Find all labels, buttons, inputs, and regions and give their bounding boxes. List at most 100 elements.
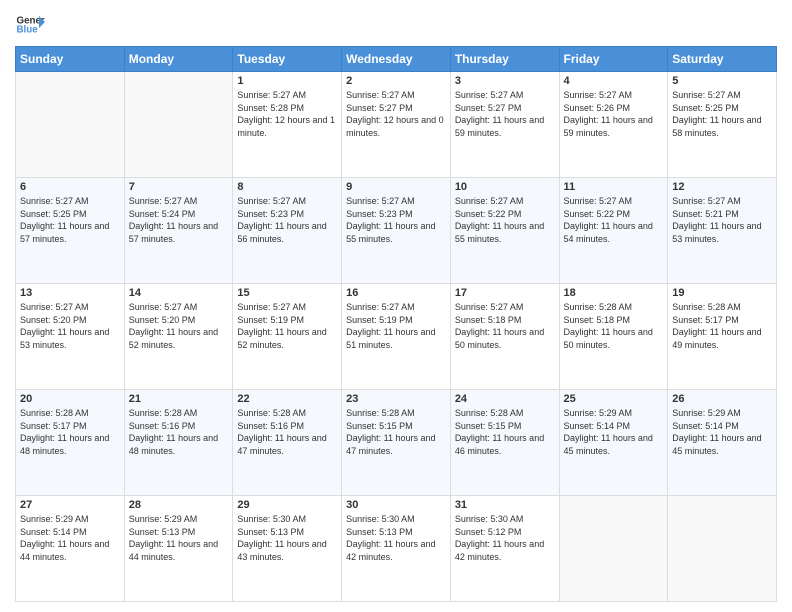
page: General Blue SundayMondayTuesdayWednesda…	[0, 0, 792, 612]
logo: General Blue	[15, 10, 45, 40]
calendar-cell	[559, 496, 668, 602]
day-number: 20	[20, 393, 120, 405]
day-info: Sunrise: 5:28 AMSunset: 5:18 PMDaylight:…	[564, 301, 664, 351]
day-info: Sunrise: 5:27 AMSunset: 5:27 PMDaylight:…	[346, 89, 446, 139]
day-number: 19	[672, 287, 772, 299]
calendar-cell: 20 Sunrise: 5:28 AMSunset: 5:17 PMDayligh…	[16, 390, 125, 496]
calendar-cell: 4 Sunrise: 5:27 AMSunset: 5:26 PMDaylight…	[559, 72, 668, 178]
calendar-cell: 21 Sunrise: 5:28 AMSunset: 5:16 PMDayligh…	[124, 390, 233, 496]
day-number: 16	[346, 287, 446, 299]
day-number: 2	[346, 75, 446, 87]
calendar-cell: 22Sunrise: 5:28 AMSunset: 5:16 PMDayligh…	[233, 390, 342, 496]
calendar-cell: 28 Sunrise: 5:29 AMSunset: 5:13 PMDayligh…	[124, 496, 233, 602]
week-row-3: 13 Sunrise: 5:27 AMSunset: 5:20 PMDayligh…	[16, 284, 777, 390]
day-number: 13	[20, 287, 120, 299]
day-number: 14	[129, 287, 229, 299]
day-info: Sunrise: 5:27 AMSunset: 5:19 PMDaylight:…	[237, 301, 337, 351]
day-info: Sunrise: 5:27 AMSunset: 5:22 PMDaylight:…	[564, 195, 664, 245]
day-number: 30	[346, 499, 446, 511]
calendar-cell: 7 Sunrise: 5:27 AMSunset: 5:24 PMDaylight…	[124, 178, 233, 284]
calendar-cell: 29 Sunrise: 5:30 AMSunset: 5:13 PMDayligh…	[233, 496, 342, 602]
day-info: Sunrise: 5:30 AMSunset: 5:13 PMDaylight:…	[237, 513, 337, 563]
day-number: 4	[564, 75, 664, 87]
calendar-cell	[668, 496, 777, 602]
calendar-cell: 1 Sunrise: 5:27 AMSunset: 5:28 PMDaylight…	[233, 72, 342, 178]
calendar-cell: 11 Sunrise: 5:27 AMSunset: 5:22 PMDayligh…	[559, 178, 668, 284]
day-number: 3	[455, 75, 555, 87]
day-info: Sunrise: 5:27 AMSunset: 5:24 PMDaylight:…	[129, 195, 229, 245]
calendar-cell: 12 Sunrise: 5:27 AMSunset: 5:21 PMDayligh…	[668, 178, 777, 284]
day-info: Sunrise: 5:27 AMSunset: 5:25 PMDaylight:…	[20, 195, 120, 245]
day-number: 15	[237, 287, 337, 299]
day-number: 28	[129, 499, 229, 511]
calendar-cell: 31 Sunrise: 5:30 AMSunset: 5:12 PMDayligh…	[450, 496, 559, 602]
calendar-cell: 5Sunrise: 5:27 AMSunset: 5:25 PMDaylight…	[668, 72, 777, 178]
day-info: Sunrise: 5:29 AMSunset: 5:14 PMDaylight:…	[20, 513, 120, 563]
header: General Blue	[15, 10, 777, 40]
day-number: 22	[237, 393, 337, 405]
day-info: Sunrise: 5:27 AMSunset: 5:23 PMDaylight:…	[237, 195, 337, 245]
day-number: 12	[672, 181, 772, 193]
day-number: 6	[20, 181, 120, 193]
day-number: 25	[564, 393, 664, 405]
weekday-tuesday: Tuesday	[233, 47, 342, 72]
day-info: Sunrise: 5:29 AMSunset: 5:13 PMDaylight:…	[129, 513, 229, 563]
day-number: 11	[564, 181, 664, 193]
day-number: 7	[129, 181, 229, 193]
day-info: Sunrise: 5:27 AMSunset: 5:25 PMDaylight:…	[672, 89, 772, 139]
calendar-cell: 13 Sunrise: 5:27 AMSunset: 5:20 PMDayligh…	[16, 284, 125, 390]
day-info: Sunrise: 5:27 AMSunset: 5:23 PMDaylight:…	[346, 195, 446, 245]
calendar-cell: 27 Sunrise: 5:29 AMSunset: 5:14 PMDayligh…	[16, 496, 125, 602]
day-info: Sunrise: 5:28 AMSunset: 5:15 PMDaylight:…	[455, 407, 555, 457]
calendar-cell: 25 Sunrise: 5:29 AMSunset: 5:14 PMDayligh…	[559, 390, 668, 496]
day-info: Sunrise: 5:27 AMSunset: 5:18 PMDaylight:…	[455, 301, 555, 351]
day-info: Sunrise: 5:27 AMSunset: 5:26 PMDaylight:…	[564, 89, 664, 139]
calendar-cell: 9Sunrise: 5:27 AMSunset: 5:23 PMDaylight…	[342, 178, 451, 284]
calendar-cell: 30 Sunrise: 5:30 AMSunset: 5:13 PMDayligh…	[342, 496, 451, 602]
day-info: Sunrise: 5:28 AMSunset: 5:16 PMDaylight:…	[129, 407, 229, 457]
day-number: 29	[237, 499, 337, 511]
calendar-cell: 10 Sunrise: 5:27 AMSunset: 5:22 PMDayligh…	[450, 178, 559, 284]
day-number: 8	[237, 181, 337, 193]
day-info: Sunrise: 5:29 AMSunset: 5:14 PMDaylight:…	[672, 407, 772, 457]
calendar-cell: 17Sunrise: 5:27 AMSunset: 5:18 PMDayligh…	[450, 284, 559, 390]
calendar-cell	[16, 72, 125, 178]
day-number: 26	[672, 393, 772, 405]
day-number: 21	[129, 393, 229, 405]
calendar-cell: 14 Sunrise: 5:27 AMSunset: 5:20 PMDayligh…	[124, 284, 233, 390]
calendar-table: SundayMondayTuesdayWednesdayThursdayFrid…	[15, 46, 777, 602]
day-number: 24	[455, 393, 555, 405]
day-info: Sunrise: 5:27 AMSunset: 5:20 PMDaylight:…	[129, 301, 229, 351]
weekday-thursday: Thursday	[450, 47, 559, 72]
calendar-cell	[124, 72, 233, 178]
week-row-5: 27 Sunrise: 5:29 AMSunset: 5:14 PMDayligh…	[16, 496, 777, 602]
calendar-cell: 26 Sunrise: 5:29 AMSunset: 5:14 PMDayligh…	[668, 390, 777, 496]
calendar-cell: 18Sunrise: 5:28 AMSunset: 5:18 PMDayligh…	[559, 284, 668, 390]
day-number: 1	[237, 75, 337, 87]
calendar-cell: 16Sunrise: 5:27 AMSunset: 5:19 PMDayligh…	[342, 284, 451, 390]
weekday-friday: Friday	[559, 47, 668, 72]
day-info: Sunrise: 5:28 AMSunset: 5:17 PMDaylight:…	[20, 407, 120, 457]
calendar-cell: 2 Sunrise: 5:27 AMSunset: 5:27 PMDaylight…	[342, 72, 451, 178]
day-info: Sunrise: 5:27 AMSunset: 5:20 PMDaylight:…	[20, 301, 120, 351]
day-info: Sunrise: 5:30 AMSunset: 5:12 PMDaylight:…	[455, 513, 555, 563]
calendar-cell: 6 Sunrise: 5:27 AMSunset: 5:25 PMDaylight…	[16, 178, 125, 284]
day-info: Sunrise: 5:30 AMSunset: 5:13 PMDaylight:…	[346, 513, 446, 563]
calendar-cell: 23Sunrise: 5:28 AMSunset: 5:15 PMDayligh…	[342, 390, 451, 496]
day-number: 27	[20, 499, 120, 511]
weekday-sunday: Sunday	[16, 47, 125, 72]
weekday-monday: Monday	[124, 47, 233, 72]
weekday-header-row: SundayMondayTuesdayWednesdayThursdayFrid…	[16, 47, 777, 72]
day-number: 31	[455, 499, 555, 511]
day-info: Sunrise: 5:29 AMSunset: 5:14 PMDaylight:…	[564, 407, 664, 457]
calendar-cell: 15 Sunrise: 5:27 AMSunset: 5:19 PMDayligh…	[233, 284, 342, 390]
day-info: Sunrise: 5:27 AMSunset: 5:22 PMDaylight:…	[455, 195, 555, 245]
day-info: Sunrise: 5:27 AMSunset: 5:21 PMDaylight:…	[672, 195, 772, 245]
day-number: 23	[346, 393, 446, 405]
weekday-saturday: Saturday	[668, 47, 777, 72]
day-info: Sunrise: 5:27 AMSunset: 5:28 PMDaylight:…	[237, 89, 337, 139]
day-number: 10	[455, 181, 555, 193]
week-row-2: 6 Sunrise: 5:27 AMSunset: 5:25 PMDaylight…	[16, 178, 777, 284]
day-info: Sunrise: 5:28 AMSunset: 5:17 PMDaylight:…	[672, 301, 772, 351]
logo-icon: General Blue	[15, 10, 45, 40]
